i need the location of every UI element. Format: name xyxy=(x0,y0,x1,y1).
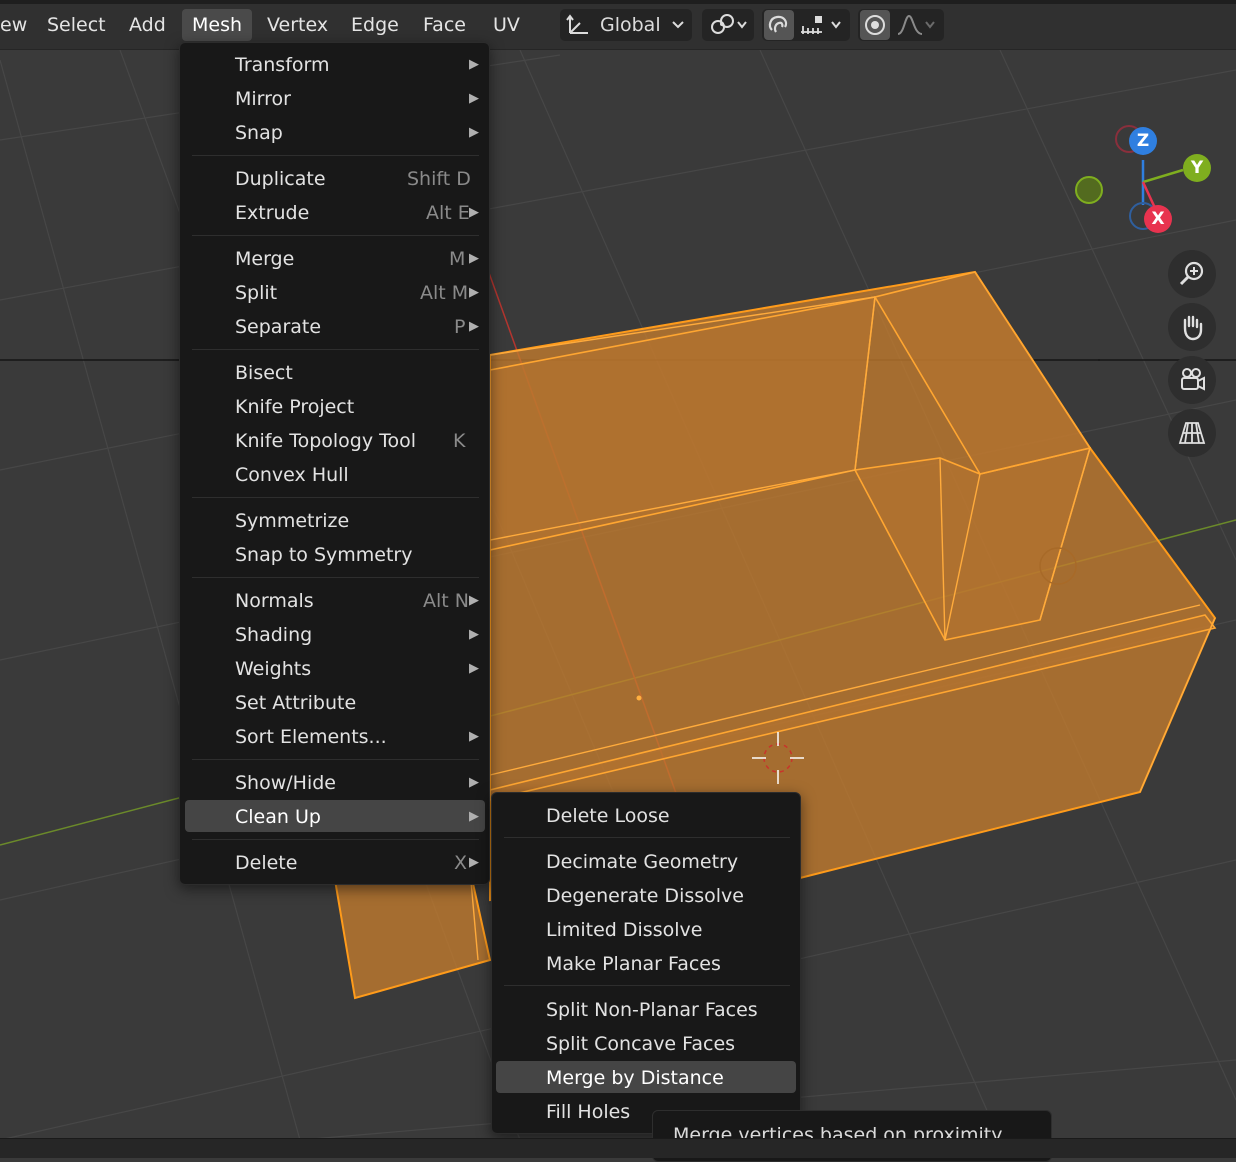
menu-vertex[interactable]: Vertex xyxy=(257,9,338,41)
clean-up-submenu: Delete Loose Decimate Geometry Degenerat… xyxy=(491,792,801,1134)
menu-edge[interactable]: Edge xyxy=(341,9,409,41)
menu-view[interactable]: ew xyxy=(0,9,37,41)
shortcut-label: K xyxy=(453,430,466,452)
menu-item-bisect[interactable]: Bisect xyxy=(235,357,480,389)
snap-increment-icon[interactable] xyxy=(798,12,826,38)
menu-separator xyxy=(192,577,479,578)
menu-separator xyxy=(192,155,479,156)
proportional-editing-group[interactable] xyxy=(858,9,944,41)
submenu-arrow-icon: ▶ xyxy=(469,285,479,300)
submenu-arrow-icon: ▶ xyxy=(469,57,479,72)
menu-separator xyxy=(504,837,790,838)
menu-item-split[interactable]: Split Alt M ▶ xyxy=(235,277,480,309)
submenu-arrow-icon: ▶ xyxy=(469,205,479,220)
submenu-arrow-icon: ▶ xyxy=(469,809,479,824)
submenu-arrow-icon: ▶ xyxy=(469,91,479,106)
menu-item-mirror[interactable]: Mirror ▶ xyxy=(235,83,480,115)
menu-item-knife-project[interactable]: Knife Project xyxy=(235,391,480,423)
menu-item-merge[interactable]: Merge M ▶ xyxy=(235,243,480,275)
menu-item-clean-up[interactable]: Clean Up ▶ xyxy=(235,801,480,833)
menu-select[interactable]: Select xyxy=(37,9,116,41)
menu-item-symmetrize[interactable]: Symmetrize xyxy=(235,505,480,537)
submenu-arrow-icon: ▶ xyxy=(469,775,479,790)
submenu-arrow-icon: ▶ xyxy=(469,593,479,608)
shortcut-label: Alt N xyxy=(423,590,469,612)
menu-separator xyxy=(192,497,479,498)
menu-item-snap-to-symmetry[interactable]: Snap to Symmetry xyxy=(235,539,480,571)
submenu-arrow-icon: ▶ xyxy=(469,251,479,266)
menu-item-degenerate-dissolve[interactable]: Degenerate Dissolve xyxy=(546,880,786,912)
submenu-arrow-icon: ▶ xyxy=(469,729,479,744)
hand-pan-icon xyxy=(1177,312,1207,342)
menu-item-decimate-geometry[interactable]: Decimate Geometry xyxy=(546,846,786,878)
menu-mesh[interactable]: Mesh xyxy=(182,9,253,41)
menu-face[interactable]: Face xyxy=(413,9,476,41)
menu-item-limited-dissolve[interactable]: Limited Dissolve xyxy=(546,914,786,946)
snap-magnet-icon[interactable] xyxy=(764,10,794,40)
transform-axes-icon xyxy=(566,13,592,37)
menu-add[interactable]: Add xyxy=(119,9,176,41)
shortcut-label: P xyxy=(454,316,466,338)
shortcut-label: Alt E xyxy=(426,202,470,224)
menu-item-split-non-planar-faces[interactable]: Split Non-Planar Faces xyxy=(546,994,786,1026)
submenu-arrow-icon: ▶ xyxy=(469,855,479,870)
menu-item-snap[interactable]: Snap ▶ xyxy=(235,117,480,149)
gizmo-axis-z[interactable]: Z xyxy=(1129,127,1157,155)
menu-separator xyxy=(504,985,790,986)
perspective-toggle-button[interactable] xyxy=(1168,409,1216,457)
menu-item-normals[interactable]: Normals Alt N ▶ xyxy=(235,585,480,617)
transform-orientation-value: Global xyxy=(600,14,661,36)
menu-item-show-hide[interactable]: Show/Hide ▶ xyxy=(235,767,480,799)
status-bar xyxy=(0,1138,1236,1158)
pivot-point-dropdown[interactable] xyxy=(702,9,754,41)
menu-separator xyxy=(192,349,479,350)
mesh-menu: Transform ▶ Mirror ▶ Snap ▶ Duplicate Shift … xyxy=(179,42,490,885)
menu-item-make-planar-faces[interactable]: Make Planar Faces xyxy=(546,948,786,980)
shortcut-label: Alt M xyxy=(420,282,469,304)
menu-item-separate[interactable]: Separate P ▶ xyxy=(235,311,480,343)
menu-uv[interactable]: UV xyxy=(483,9,530,41)
submenu-arrow-icon: ▶ xyxy=(469,627,479,642)
menu-separator xyxy=(192,759,479,760)
camera-view-button[interactable] xyxy=(1168,356,1216,404)
menu-item-merge-by-distance[interactable]: Merge by Distance xyxy=(546,1062,786,1094)
chevron-down-icon xyxy=(671,20,685,30)
menu-item-delete[interactable]: Delete X ▶ xyxy=(235,847,480,879)
menu-item-delete-loose[interactable]: Delete Loose xyxy=(546,800,786,832)
shortcut-label: M xyxy=(449,248,466,270)
shortcut-label: X xyxy=(454,852,468,874)
menu-item-shading[interactable]: Shading ▶ xyxy=(235,619,480,651)
falloff-curve-icon[interactable] xyxy=(896,12,924,38)
submenu-arrow-icon: ▶ xyxy=(469,319,479,334)
zoom-button[interactable] xyxy=(1168,250,1216,298)
menu-item-duplicate[interactable]: Duplicate Shift D xyxy=(235,163,480,195)
menu-item-knife-topology-tool[interactable]: Knife Topology Tool K xyxy=(235,425,480,457)
pan-button[interactable] xyxy=(1168,303,1216,351)
chevron-down-icon xyxy=(924,20,936,30)
header-top-strip xyxy=(0,0,1236,4)
chevron-down-icon xyxy=(830,20,842,30)
gizmo-axis-y[interactable]: Y xyxy=(1183,154,1211,182)
gizmo-axis-x[interactable]: X xyxy=(1144,205,1172,233)
perspective-grid-icon xyxy=(1177,418,1207,448)
zoom-icon xyxy=(1177,259,1207,289)
camera-icon xyxy=(1177,365,1207,395)
submenu-arrow-icon: ▶ xyxy=(469,661,479,676)
shortcut-label: Shift D xyxy=(407,168,471,190)
proportional-edit-icon[interactable] xyxy=(860,10,890,40)
menu-separator xyxy=(192,839,479,840)
pivot-link-icon xyxy=(708,12,736,38)
transform-orientation-dropdown[interactable]: Global xyxy=(560,9,692,41)
submenu-arrow-icon: ▶ xyxy=(469,125,479,140)
menu-item-split-concave-faces[interactable]: Split Concave Faces xyxy=(546,1028,786,1060)
menu-item-extrude[interactable]: Extrude Alt E ▶ xyxy=(235,197,480,229)
menu-item-convex-hull[interactable]: Convex Hull xyxy=(235,459,480,491)
chevron-down-icon xyxy=(736,20,748,30)
snapping-group[interactable] xyxy=(762,9,850,41)
menu-separator xyxy=(192,235,479,236)
menu-item-weights[interactable]: Weights ▶ xyxy=(235,653,480,685)
menu-item-sort-elements[interactable]: Sort Elements... ▶ xyxy=(235,721,480,753)
menu-item-transform[interactable]: Transform ▶ xyxy=(235,49,480,81)
menu-item-set-attribute[interactable]: Set Attribute xyxy=(235,687,480,719)
